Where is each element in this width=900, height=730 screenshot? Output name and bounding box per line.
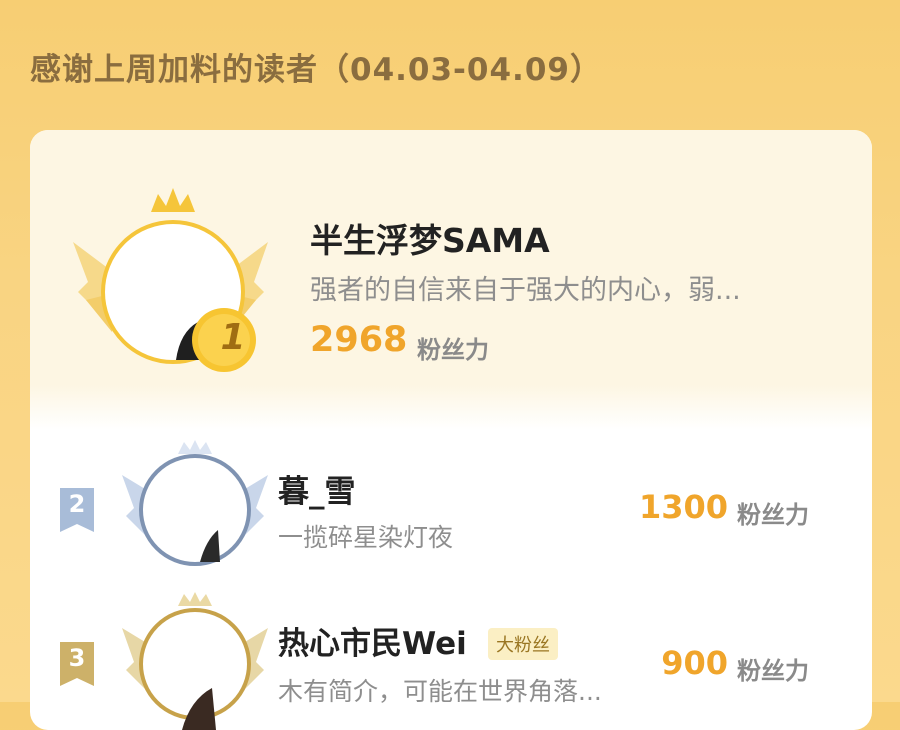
top-reader-panel[interactable]: 1 半生浮梦SAMA 强者的自信来自于强大的内心，弱... 2968 粉丝力 [30,130,872,430]
fan-power-unit: 粉丝力 [417,336,489,364]
fan-power-unit: 粉丝力 [737,657,809,685]
reader-name[interactable]: 半生浮梦SAMA [310,214,550,262]
rank-1-medal-number: 1 [220,317,246,358]
rank-3-number: 3 [68,644,86,672]
bronze-wreath-avatar-frame [122,592,268,730]
fan-power-value: 2968 [310,320,408,360]
reader-bio: 强者的自信来自于强大的内心，弱... [310,275,741,306]
fan-power-unit: 粉丝力 [737,501,809,529]
reader-bio: 一揽碎星染灯夜 [278,523,454,552]
page-title: 感谢上周加料的读者（04.03-04.09） [30,52,602,88]
reader-row-3[interactable]: 3 热心市民Wei 大粉丝 木有简介，可能在世界角落... 900 粉丝力 [30,590,872,730]
fan-power-value: 1300 [638,488,728,526]
reader-row-2[interactable]: 2 暮_雪 一揽碎星染灯夜 1300 粉丝力 [30,440,872,575]
reader-bio: 木有简介，可能在世界角落... [278,677,602,706]
big-fan-badge: 大粉丝 [488,628,558,660]
reader-name[interactable]: 暮_雪 [278,466,356,511]
reader-name[interactable]: 热心市民Wei [278,618,467,663]
leaderboard-card: 1 半生浮梦SAMA 强者的自信来自于强大的内心，弱... 2968 粉丝力 2… [30,130,872,730]
rank-2-number: 2 [68,490,86,518]
silver-wreath-avatar-frame [122,440,268,566]
fan-power-value: 900 [661,644,728,682]
